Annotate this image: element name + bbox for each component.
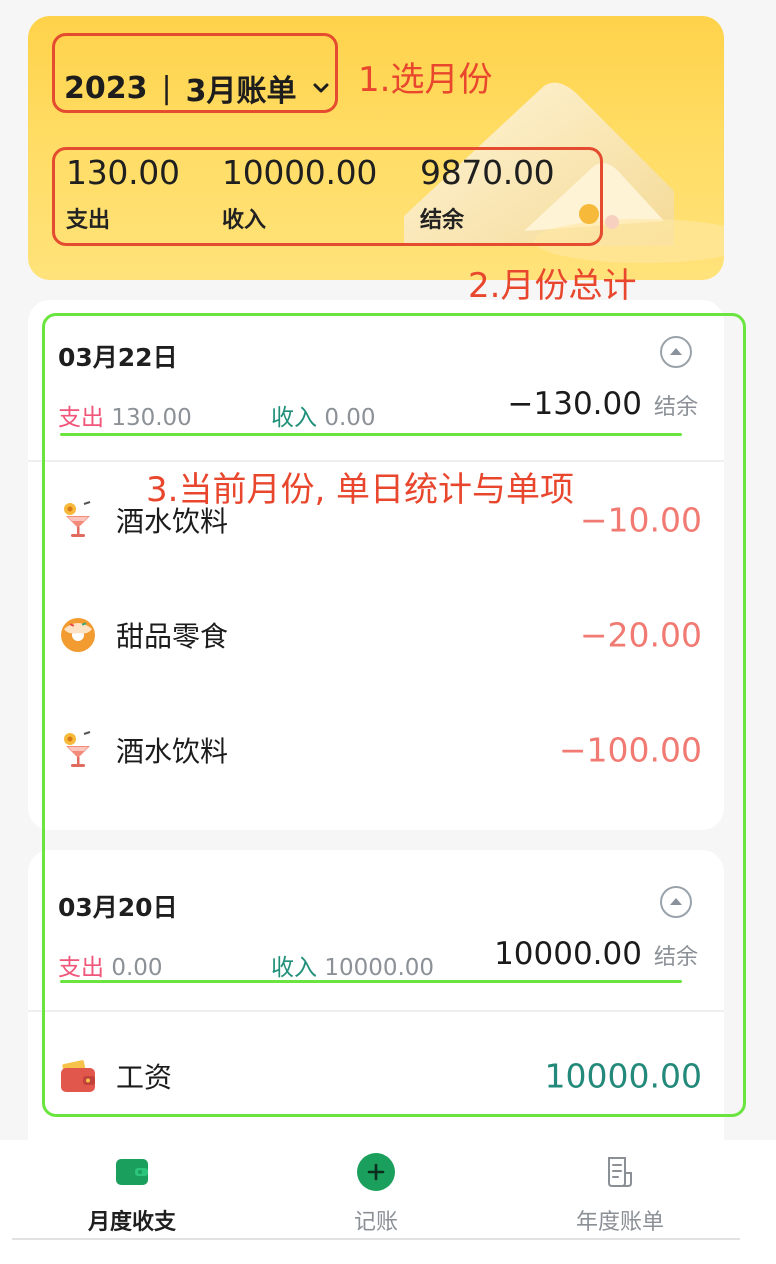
transaction-amount: −100.00 xyxy=(558,730,702,769)
annotation-text-3: 3.当前月份, 单日统计与单项 xyxy=(146,470,575,510)
annotation-underline xyxy=(60,433,682,436)
month-selector[interactable]: 2023 | 3月账单 xyxy=(64,66,332,110)
day-expense-label: 支出 xyxy=(58,405,104,431)
chevron-up-icon xyxy=(670,897,682,905)
wallet-icon xyxy=(116,1159,148,1185)
day-expense-value: 0.00 xyxy=(111,955,163,981)
transaction-amount: −20.00 xyxy=(579,615,702,654)
income-total: 10000.00 xyxy=(222,153,378,192)
nav-record-label: 记账 xyxy=(353,1210,398,1235)
income-label: 收入 xyxy=(222,208,267,233)
annotation-underline xyxy=(60,980,682,983)
summary-income: 10000.00 收入 xyxy=(222,153,377,234)
expense-label: 支出 xyxy=(66,208,111,233)
day-expense: 支出 130.00 xyxy=(58,398,192,432)
summary-expense: 130.00 支出 xyxy=(66,153,180,234)
transaction-amount: −10.00 xyxy=(579,500,702,539)
year-label: 2023 xyxy=(64,70,148,106)
transaction-name: 工资 xyxy=(116,1061,173,1094)
chevron-down-icon xyxy=(313,83,329,93)
day-stats: 支出 0.00 收入 10000.00 10000.00 结余 xyxy=(58,936,698,984)
transaction-item[interactable]: 酒水饮料 −100.00 xyxy=(28,692,724,807)
day-income-label: 收入 xyxy=(271,405,317,431)
add-circle-icon xyxy=(357,1153,395,1191)
bottom-nav: 月度收支 记账 年度账单 xyxy=(0,1140,776,1264)
annotation-text-1: 1.选月份 xyxy=(358,60,493,100)
balance-total: 9870.00 xyxy=(420,153,555,192)
day-date: 03月22日 xyxy=(58,343,178,372)
day-income-label: 收入 xyxy=(271,955,317,981)
separator: | xyxy=(161,70,172,106)
transaction-item[interactable]: 工资 10000.00 xyxy=(28,1012,724,1140)
month-summary: 130.00 支出 10000.00 收入 9870.00 结余 xyxy=(66,153,586,243)
annotation-text-2: 2.月份总计 xyxy=(468,266,637,306)
nav-monthly-label: 月度收支 xyxy=(87,1210,176,1235)
day-card: 03月22日 支出 130.00 收入 0.00 −130.00 结余 酒水饮料… xyxy=(28,300,724,830)
transaction-amount: 10000.00 xyxy=(544,1056,702,1096)
transaction-name: 酒水饮料 xyxy=(116,734,229,768)
nav-monthly[interactable]: 月度收支 xyxy=(32,1152,232,1236)
home-indicator-line xyxy=(12,1238,740,1240)
transaction-item[interactable]: 甜品零食 −20.00 xyxy=(28,577,724,692)
collapse-button[interactable] xyxy=(660,886,692,918)
cocktail-icon xyxy=(58,730,98,770)
cocktail-icon xyxy=(58,500,98,540)
day-expense-value: 130.00 xyxy=(111,405,192,431)
day-income: 收入 10000.00 xyxy=(271,948,434,982)
bill-icon xyxy=(608,1157,632,1187)
wallet-icon xyxy=(58,1056,98,1096)
day-income: 收入 0.00 xyxy=(271,398,376,432)
donut-icon xyxy=(58,615,98,655)
chevron-up-icon xyxy=(670,347,682,355)
summary-balance: 9870.00 结余 xyxy=(420,153,555,234)
day-balance-value: −130.00 xyxy=(507,386,642,422)
day-date: 03月20日 xyxy=(58,893,178,922)
day-stats: 支出 130.00 收入 0.00 −130.00 结余 xyxy=(58,386,698,434)
expense-total: 130.00 xyxy=(66,153,180,192)
day-balance-label: 结余 xyxy=(653,395,698,420)
day-balance: 10000.00 结余 xyxy=(494,936,698,972)
day-income-value: 10000.00 xyxy=(324,955,435,981)
nav-record[interactable]: 记账 xyxy=(276,1152,476,1236)
day-expense-label: 支出 xyxy=(58,955,104,981)
day-income-value: 0.00 xyxy=(324,405,376,431)
day-balance: −130.00 结余 xyxy=(508,386,698,422)
collapse-button[interactable] xyxy=(660,336,692,368)
day-expense: 支出 0.00 xyxy=(58,948,163,982)
day-balance-label: 结余 xyxy=(653,945,698,970)
day-balance-value: 10000.00 xyxy=(494,936,642,972)
nav-yearly[interactable]: 年度账单 xyxy=(520,1152,720,1236)
day-header: 03月20日 支出 0.00 收入 10000.00 10000.00 结余 xyxy=(28,850,724,1010)
balance-label: 结余 xyxy=(420,208,465,233)
month-label: 3月账单 xyxy=(185,74,297,109)
nav-yearly-label: 年度账单 xyxy=(575,1210,664,1235)
transaction-name: 甜品零食 xyxy=(116,619,229,653)
day-header: 03月22日 支出 130.00 收入 0.00 −130.00 结余 xyxy=(28,300,724,460)
day-card: 03月20日 支出 0.00 收入 10000.00 10000.00 结余 工… xyxy=(28,850,724,1140)
